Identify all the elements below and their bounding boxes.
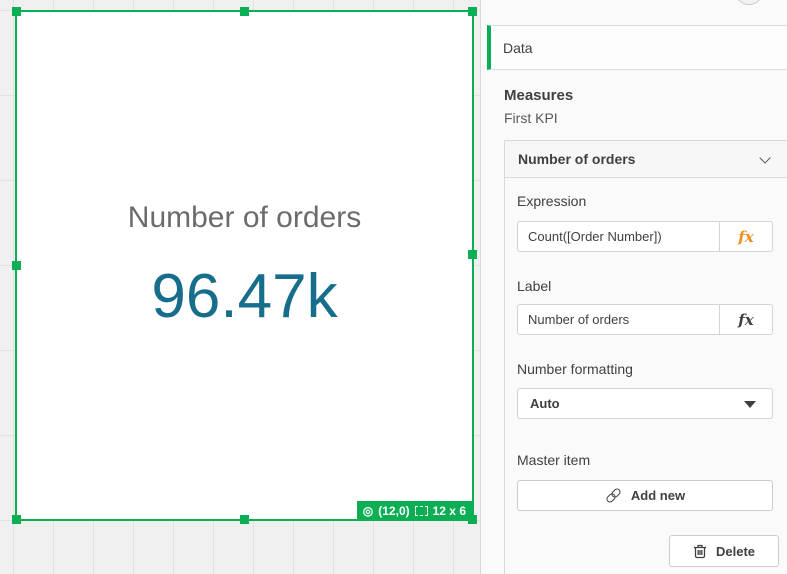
selection-position: (12,0) [378,504,409,518]
measure-name: First KPI [504,110,558,126]
add-new-button[interactable]: Add new [517,480,773,511]
properties-panel: Data Measures First KPI Number of orders… [480,0,787,574]
expression-field-group: fx [517,221,773,252]
measure-accordion-header[interactable]: Number of orders [504,140,787,178]
delete-button-label: Delete [716,544,755,559]
expression-label: Expression [517,193,586,209]
label-field-group: fx [517,304,773,335]
resize-handle-top-right[interactable] [468,7,477,16]
label-label: Label [517,278,551,294]
kpi-content: Number of orders 96.47k [17,12,472,519]
master-item-label: Master item [517,452,590,468]
dropdown-caret-icon [744,401,756,408]
link-icon [601,483,625,507]
kpi-widget[interactable]: Number of orders 96.47k ◎ (12,0) 12 x 6 [15,10,474,521]
kpi-title: Number of orders [128,201,361,234]
resize-handle-bottom-left[interactable] [12,515,21,524]
expression-fx-button[interactable]: fx [719,222,772,251]
resize-handle-middle-left[interactable] [12,261,21,270]
number-formatting-label: Number formatting [517,361,633,377]
resize-handle-bottom-center[interactable] [240,515,249,524]
resize-handle-top-left[interactable] [12,7,21,16]
measures-heading: Measures [504,87,573,104]
sheet-canvas[interactable]: Number of orders 96.47k ◎ (12,0) 12 x 6 [0,0,480,574]
selection-size: 12 x 6 [433,504,466,518]
position-target-icon: ◎ [363,505,373,517]
measure-accordion-title: Number of orders [518,151,635,167]
number-formatting-dropdown[interactable]: Auto [517,388,773,419]
delete-button[interactable]: Delete [669,535,779,567]
number-formatting-value: Auto [530,396,560,411]
kpi-value: 96.47k [151,264,337,329]
label-input[interactable] [518,305,719,334]
resize-handle-bottom-right[interactable] [468,515,477,524]
tab-data-label: Data [503,40,533,56]
trash-icon [693,543,707,559]
tab-data[interactable]: Data [487,25,787,70]
resize-handle-top-center[interactable] [240,7,249,16]
resize-handle-middle-right[interactable] [468,250,477,259]
expression-input[interactable] [518,222,719,251]
size-dashed-rect-icon [415,506,428,516]
selection-position-badge: ◎ (12,0) 12 x 6 [357,501,474,521]
panel-toggle-button[interactable] [735,0,763,5]
chevron-down-icon [759,152,770,163]
label-fx-button[interactable]: fx [719,305,772,334]
qlik-edit-screen: Number of orders 96.47k ◎ (12,0) 12 x 6 … [0,0,787,574]
add-new-button-label: Add new [631,488,685,503]
